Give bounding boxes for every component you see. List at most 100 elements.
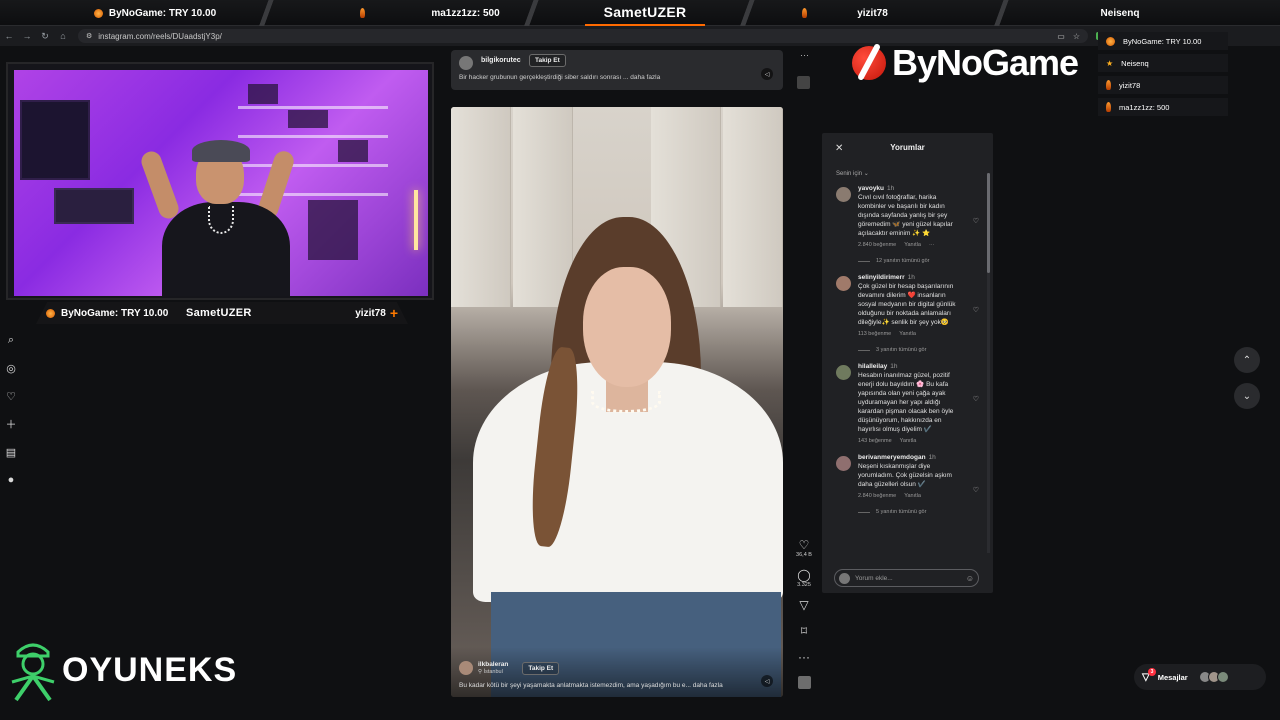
comment-time: 1h	[907, 274, 915, 281]
donation-text: ByNoGame: TRY 10.00	[1123, 36, 1202, 46]
explore-icon[interactable]: ◎	[0, 354, 22, 382]
shelf-item	[288, 110, 328, 128]
webcam-streamer-name: SametUZER	[186, 307, 252, 319]
reel-username[interactable]: bilgikorutec	[481, 57, 521, 64]
comment-user[interactable]: berivanmeryemdogan	[858, 454, 926, 461]
send-icon[interactable]: ▽	[799, 598, 808, 612]
search-icon[interactable]: ⌕	[0, 326, 22, 354]
topbar-follower-2: Neisenq	[1010, 0, 1170, 26]
send-icon: ▽ 3	[1142, 667, 1156, 683]
webcam-donation: ByNoGame: TRY 10.00	[46, 308, 168, 319]
avatar[interactable]	[836, 276, 851, 291]
dashboard-icon[interactable]: ▤	[0, 438, 22, 466]
sort-label[interactable]: Senin için	[836, 171, 862, 177]
reply-button[interactable]: Yanıtla	[899, 331, 916, 337]
audio-thumbnail[interactable]	[797, 676, 811, 689]
emoji-icon[interactable]: ☺	[966, 574, 974, 583]
reel-actions: ♡ 36,4 B ◯ 3.325 ▽ ⌑ ···	[793, 538, 815, 689]
profile-icon[interactable]: ●	[0, 466, 22, 494]
back-icon[interactable]: ←	[0, 31, 18, 41]
comment-user[interactable]: selinyildirimerr	[858, 274, 905, 281]
messages-avatars	[1198, 671, 1229, 683]
donation-text: ma1zz1zz: 500	[1119, 102, 1170, 112]
comment-user[interactable]: yavoyku	[858, 185, 884, 192]
topbar-donation-2-text: ma1zz1zz: 500	[431, 7, 500, 19]
view-replies[interactable]: 5 yanıtın tümünü gör	[858, 509, 963, 515]
plus-icon[interactable]: ＋	[0, 410, 22, 438]
avatar[interactable]	[459, 661, 473, 675]
heart-icon[interactable]: ♡	[0, 382, 22, 410]
forward-icon[interactable]: →	[18, 31, 36, 41]
reel-location[interactable]: İstanbul	[484, 669, 503, 675]
arm	[138, 148, 182, 222]
donation-row: ★ Neisenq	[1098, 54, 1228, 72]
reel-preview[interactable]: bilgikorutec Takip Et Bir hacker grubunu…	[451, 50, 783, 90]
reel-caption[interactable]: Bir hacker grubunun gerçekleştirdiği sib…	[459, 74, 660, 81]
comment-input-placeholder[interactable]: Yorum ekle...	[855, 575, 966, 582]
location-icon: ⚲	[478, 669, 483, 675]
view-replies[interactable]: 12 yanıtın tümünü gör	[858, 258, 963, 264]
mute-icon[interactable]: ◁	[761, 675, 773, 687]
comment-time: 1h	[887, 185, 895, 192]
reel-username[interactable]: ilkbaleran	[478, 661, 508, 669]
scrollbar-thumb[interactable]	[987, 173, 990, 273]
more-icon[interactable]: ···	[929, 242, 935, 248]
view-replies[interactable]: 3 yanıtın tümünü gör	[858, 347, 963, 353]
messages-label: Mesajlar	[1157, 672, 1188, 682]
shelf-item	[338, 140, 368, 162]
donation-row: ByNoGame: TRY 10.00	[1098, 32, 1228, 50]
star-icon: ★	[1106, 58, 1114, 68]
heart-icon[interactable]: ♡	[973, 395, 979, 403]
comment-likes[interactable]: 113 beğenme	[858, 331, 891, 337]
heart-icon[interactable]: ♡	[799, 538, 810, 552]
avatar[interactable]	[836, 365, 851, 380]
streamer-figure	[138, 140, 297, 296]
avatar[interactable]	[836, 456, 851, 471]
comment-item: selinyildirimerr 1h Çok güzel bir hesap b…	[822, 274, 987, 353]
bookmark-icon[interactable]: ⌑	[801, 624, 807, 638]
previous-reel-button[interactable]: ⌃	[1234, 347, 1260, 373]
more-icon[interactable]: ···	[800, 50, 809, 60]
site-info-icon[interactable]: ⚙	[86, 32, 92, 40]
avatar[interactable]	[459, 56, 473, 70]
webcam-video	[14, 70, 428, 296]
cabinet	[513, 107, 573, 307]
home-icon[interactable]: ⌂	[54, 31, 72, 41]
comment-likes[interactable]: 2.840 beğenme	[858, 493, 896, 499]
comment-user[interactable]: hilalleilay	[858, 363, 887, 370]
heart-icon[interactable]: ♡	[973, 217, 979, 225]
comment-input[interactable]: Yorum ekle... ☺	[834, 569, 979, 587]
comment-likes[interactable]: 2.840 beğenme	[858, 242, 896, 248]
face	[583, 267, 671, 387]
reply-button[interactable]: Yanıtla	[900, 438, 917, 444]
reply-button[interactable]: Yanıtla	[904, 493, 921, 499]
heart-icon[interactable]: ♡	[973, 486, 979, 494]
comments-scrollbar[interactable]	[987, 173, 990, 553]
messages-button[interactable]: ▽ 3 Mesajlar	[1134, 664, 1266, 690]
follow-button[interactable]: Takip Et	[529, 54, 566, 67]
comment-likes[interactable]: 143 beğenme	[858, 438, 892, 444]
reel-author[interactable]: ilkbaleran ⚲ İstanbul Takip Et	[459, 661, 560, 675]
reel-caption[interactable]: Bu kadar kötü bir şeyi yaşamakta anlatma…	[459, 682, 723, 689]
chevron-down-icon[interactable]: ⌄	[864, 171, 869, 177]
comment-count: 3.325	[797, 582, 811, 588]
follow-button[interactable]: Takip Et	[522, 661, 560, 675]
avatar[interactable]	[836, 187, 851, 202]
comments-sort[interactable]: Senin için ⌄	[836, 170, 869, 177]
next-reel-button[interactable]: ⌄	[1234, 383, 1260, 409]
donation-row: ma1zz1zz: 500	[1098, 98, 1228, 116]
divider	[520, 0, 544, 26]
mute-icon[interactable]: ◁	[761, 68, 773, 80]
comment-icon[interactable]: ◯	[797, 568, 810, 582]
more-icon[interactable]: ···	[798, 650, 810, 664]
webcam-follower-text: yizit78	[355, 307, 386, 319]
donation-text: Neisenq	[1121, 58, 1149, 68]
reply-button[interactable]: Yanıtla	[904, 242, 921, 248]
oyuneks-mascot-icon	[11, 643, 55, 702]
cabinet	[723, 107, 783, 307]
coin-icon	[46, 308, 55, 318]
audio-thumbnail[interactable]	[797, 76, 810, 89]
heart-icon[interactable]: ♡	[973, 306, 979, 314]
reel-video[interactable]: ilkbaleran ⚲ İstanbul Takip Et Bu kadar …	[451, 107, 783, 697]
reload-icon[interactable]: ↻	[36, 31, 54, 42]
